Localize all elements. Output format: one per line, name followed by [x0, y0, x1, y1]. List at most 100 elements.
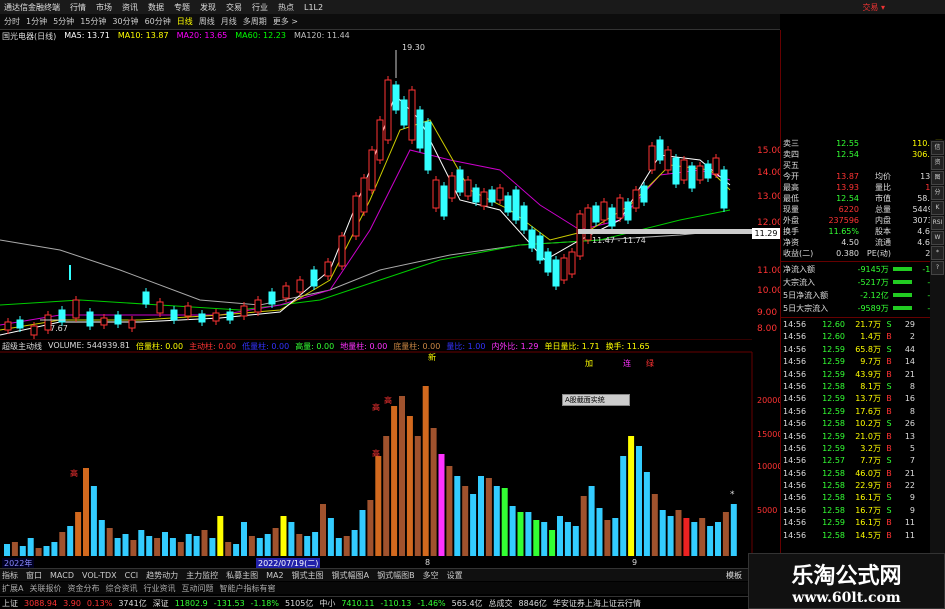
flow-bar	[892, 267, 913, 271]
info-tab[interactable]: 综合资讯	[105, 583, 137, 594]
menu-hangqing[interactable]: 行情	[70, 2, 86, 13]
candle	[520, 205, 528, 231]
stock-name[interactable]: 国光电器(日线)	[2, 31, 56, 43]
watermark-url: www.60lt.com	[792, 590, 901, 606]
indicator-tab[interactable]: 主力监控	[186, 570, 218, 581]
candle	[592, 205, 600, 223]
tick-count: 14	[904, 357, 915, 367]
period-5min[interactable]: 5分钟	[53, 16, 74, 27]
indicator-tab[interactable]: MA2	[266, 571, 283, 580]
tick-list[interactable]: 14:56 12.60 21.7万 S 29 14:56 12.60 1.4万 B 2 14:56 1…	[781, 319, 945, 542]
info-tab[interactable]: 扩展A	[2, 583, 23, 594]
tick-row: 14:56 12.59 16.1万 B 11	[781, 517, 945, 529]
info-tab[interactable]: 关联报价	[29, 583, 61, 594]
side-tool-button[interactable]: 资	[931, 156, 944, 170]
indicator-tab[interactable]: 多空	[423, 570, 439, 581]
menu-shuju[interactable]: 数据	[148, 2, 164, 13]
flow-row: 5日大宗流入-9589万-2%	[781, 302, 945, 315]
side-tool-button[interactable]: W	[931, 231, 944, 245]
period-week[interactable]: 周线	[199, 16, 215, 27]
period-more[interactable]: 更多 >	[273, 16, 298, 27]
tick-direction: S	[886, 456, 892, 466]
info-tab[interactable]: 行业资讯	[143, 583, 175, 594]
tick-time: 14:56	[783, 369, 807, 379]
volume-chart[interactable]	[0, 340, 780, 568]
indicator-tab[interactable]: CCI	[125, 571, 139, 580]
period-15min[interactable]: 15分钟	[80, 16, 106, 27]
menu-zhuanti[interactable]: 专题	[174, 2, 190, 13]
period-1min[interactable]: 1分钟	[26, 16, 47, 27]
indicator-tab[interactable]: 窗口	[26, 570, 42, 581]
candle	[198, 313, 206, 323]
flow-label: 5日净流入额	[783, 291, 829, 300]
status-item: 7410.11	[341, 598, 375, 608]
tick-count: 44	[904, 344, 915, 354]
candle	[512, 189, 520, 221]
volume-bar	[11, 542, 18, 556]
candlestick-chart[interactable]	[0, 30, 752, 340]
trade-button[interactable]: 交易 ▾	[862, 2, 885, 13]
period-60min[interactable]: 60分钟	[145, 16, 171, 27]
period-month[interactable]: 月线	[221, 16, 237, 27]
indicator-tab[interactable]: 私募主图	[226, 570, 258, 581]
candle	[128, 319, 136, 329]
menu-redian[interactable]: 热点	[278, 2, 294, 13]
side-tool-button[interactable]: *	[931, 246, 944, 260]
popup-tooltip[interactable]: A股截面实统	[562, 394, 630, 406]
candle	[688, 165, 696, 189]
period-fenshi[interactable]: 分时	[4, 16, 20, 27]
volume-bar	[75, 512, 82, 556]
menu-zixun[interactable]: 资讯	[122, 2, 138, 13]
info-tab[interactable]: 资金分布	[67, 583, 99, 594]
quote-label: 买五	[783, 161, 799, 170]
flow-value: -2.12亿	[860, 291, 889, 300]
indicator-tab[interactable]: MACD	[50, 571, 74, 580]
period-30min[interactable]: 30分钟	[112, 16, 138, 27]
volume-bar	[320, 504, 326, 556]
quote-label: 卖三	[783, 139, 799, 148]
volume-bar	[296, 534, 303, 556]
menu-faxian[interactable]: 发现	[200, 2, 216, 13]
volume-bar	[209, 538, 216, 556]
quote-value: 12.55	[836, 139, 859, 148]
menu-l1l2[interactable]: L1L2	[304, 3, 323, 12]
indicator-tab[interactable]: 钢式幅图A	[332, 570, 369, 581]
indicator-tab[interactable]: 钢式主图	[292, 570, 324, 581]
flow-value: -5217万	[857, 278, 889, 287]
candle	[432, 179, 440, 209]
volume-bar	[557, 516, 563, 556]
menu-shichang[interactable]: 市场	[96, 2, 112, 13]
info-tab[interactable]: 智能户指标有窖	[219, 583, 275, 594]
volume-bar	[122, 534, 129, 556]
side-tool-button[interactable]: RSI	[931, 216, 944, 230]
quote-value: 4.50	[841, 238, 859, 247]
quote-value: 13.87	[836, 172, 859, 181]
volume-bar	[478, 476, 484, 556]
indicator-tab[interactable]: 指标	[2, 570, 18, 581]
indicator-tab[interactable]: VOL-TDX	[82, 571, 117, 580]
indicator-tab[interactable]: 趋势动力	[146, 570, 178, 581]
side-tool-button[interactable]: 图	[931, 171, 944, 185]
indicator-name[interactable]: 超级主动线	[2, 341, 42, 353]
side-tool-button[interactable]: ?	[931, 261, 944, 275]
template-tab[interactable]: 模板	[726, 570, 742, 581]
info-tab[interactable]: 互动问题	[181, 583, 213, 594]
candle	[584, 207, 592, 241]
side-tool-button[interactable]: 分	[931, 186, 944, 200]
side-tool-button[interactable]: K	[931, 201, 944, 215]
candle	[352, 195, 360, 237]
period-day[interactable]: 日线	[177, 16, 193, 27]
menu-hangye[interactable]: 行业	[252, 2, 268, 13]
period-multi[interactable]: 多周期	[243, 16, 267, 27]
candle	[212, 312, 220, 322]
candle	[400, 99, 408, 126]
status-item: 3.90	[63, 598, 81, 608]
status-item: 中小	[319, 598, 336, 608]
indicator-tab[interactable]: 设置	[447, 570, 463, 581]
indicator-tab[interactable]: 钢式幅图B	[377, 570, 415, 581]
side-tool-button[interactable]: 信	[931, 141, 944, 155]
tick-time: 14:56	[783, 332, 807, 342]
menu-jiaoyi[interactable]: 交易	[226, 2, 242, 13]
candle	[544, 251, 552, 273]
volume-bar	[588, 486, 595, 556]
